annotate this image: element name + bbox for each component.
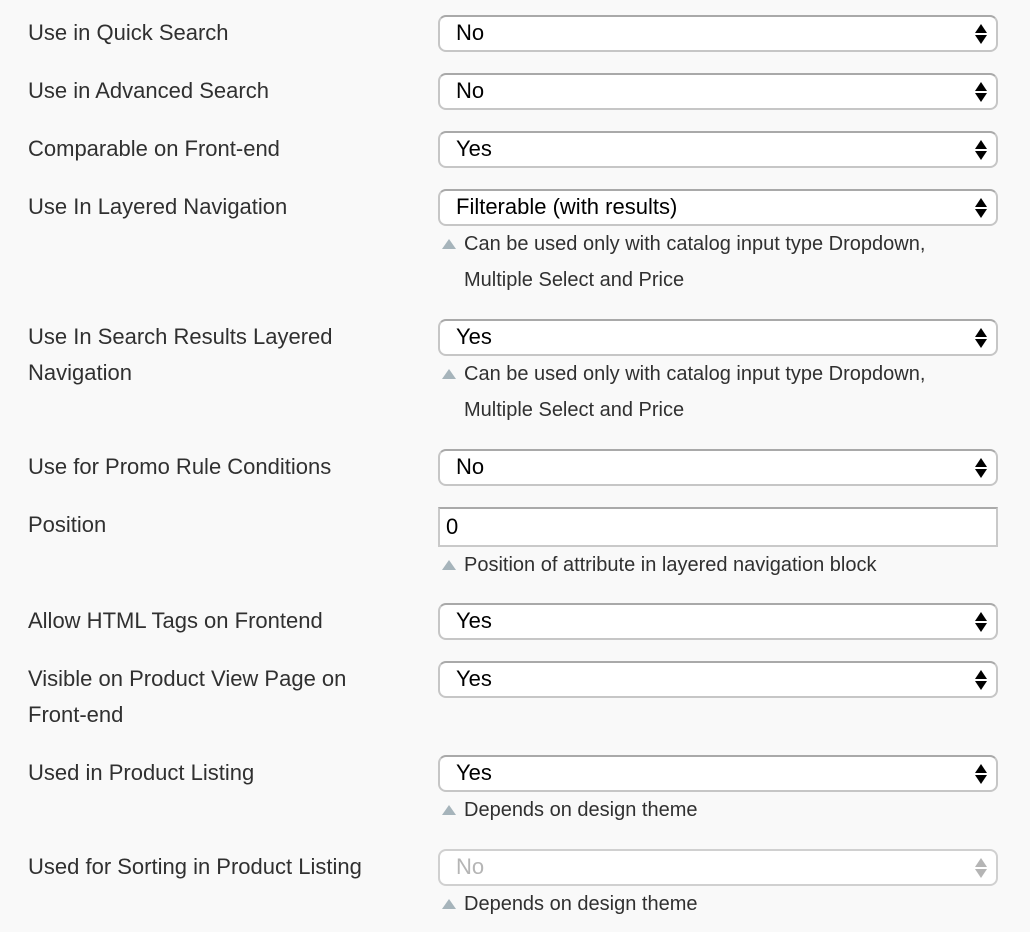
select-value: Yes: [456, 136, 492, 161]
layered-navigation-select[interactable]: Filterable (with results): [438, 189, 998, 226]
promo-rule-conditions-select[interactable]: No: [438, 449, 998, 486]
advanced-search-select[interactable]: No: [438, 73, 998, 110]
field-label: Allow HTML Tags on Frontend: [28, 608, 323, 633]
note-text: Position of attribute in layered navigat…: [464, 554, 877, 576]
select-arrows-icon: [975, 670, 987, 690]
select-value: Yes: [456, 666, 492, 691]
visible-product-view-select[interactable]: Yes: [438, 661, 998, 698]
field-note: Can be used only with catalog input type…: [438, 226, 998, 298]
select-arrows-icon: [975, 328, 987, 348]
product-listing-select[interactable]: Yes: [438, 755, 998, 792]
html-tags-frontend-select[interactable]: Yes: [438, 603, 998, 640]
select-arrows-icon: [975, 458, 987, 478]
select-value: No: [456, 78, 485, 103]
field-label: Use In Layered Navigation: [28, 194, 288, 219]
note-text: Can be used only with catalog input type…: [464, 233, 926, 291]
quick-search-select[interactable]: No: [438, 15, 998, 52]
note-triangle-icon: [442, 805, 456, 815]
field-label: Position: [28, 512, 107, 537]
note-text: Depends on design theme: [464, 799, 698, 821]
field-label: Used in Product Listing: [28, 760, 255, 785]
select-value: No: [456, 454, 485, 479]
select-value: No: [456, 20, 485, 45]
field-label: Use in Advanced Search: [28, 78, 269, 103]
select-value: Filterable (with results): [456, 194, 678, 219]
note-triangle-icon: [442, 239, 456, 249]
select-value: Yes: [456, 608, 492, 633]
note-triangle-icon: [442, 560, 456, 570]
note-text: Can be used only with catalog input type…: [464, 363, 926, 421]
select-arrows-icon: [975, 858, 987, 878]
field-note: Can be used only with catalog input type…: [438, 356, 998, 428]
field-label: Comparable on Front-end: [28, 136, 280, 161]
attribute-frontend-properties-form: Use in Quick Search No Use in Advanced S…: [0, 0, 1030, 932]
note-triangle-icon: [442, 899, 456, 909]
field-note: Depends on design theme: [438, 886, 998, 922]
field-label: Use In Search Results Layered Navigation: [28, 324, 333, 385]
field-label: Used for Sorting in Product Listing: [28, 854, 362, 879]
field-label: Use in Quick Search: [28, 20, 229, 45]
select-arrows-icon: [975, 764, 987, 784]
select-value: Yes: [456, 760, 492, 785]
select-arrows-icon: [975, 612, 987, 632]
select-arrows-icon: [975, 140, 987, 160]
select-arrows-icon: [975, 82, 987, 102]
field-label: Visible on Product View Page on Front-en…: [28, 666, 347, 727]
note-text: Depends on design theme: [464, 893, 698, 915]
field-label: Use for Promo Rule Conditions: [28, 454, 332, 479]
field-note: Depends on design theme: [438, 792, 998, 828]
position-input[interactable]: [438, 507, 998, 547]
sorting-product-listing-select: No: [438, 849, 998, 886]
select-value: Yes: [456, 324, 492, 349]
search-results-layered-navigation-select[interactable]: Yes: [438, 319, 998, 356]
select-value: No: [456, 854, 485, 879]
note-triangle-icon: [442, 369, 456, 379]
field-note: Position of attribute in layered navigat…: [438, 547, 998, 583]
select-arrows-icon: [975, 198, 987, 218]
select-arrows-icon: [975, 24, 987, 44]
comparable-select[interactable]: Yes: [438, 131, 998, 168]
